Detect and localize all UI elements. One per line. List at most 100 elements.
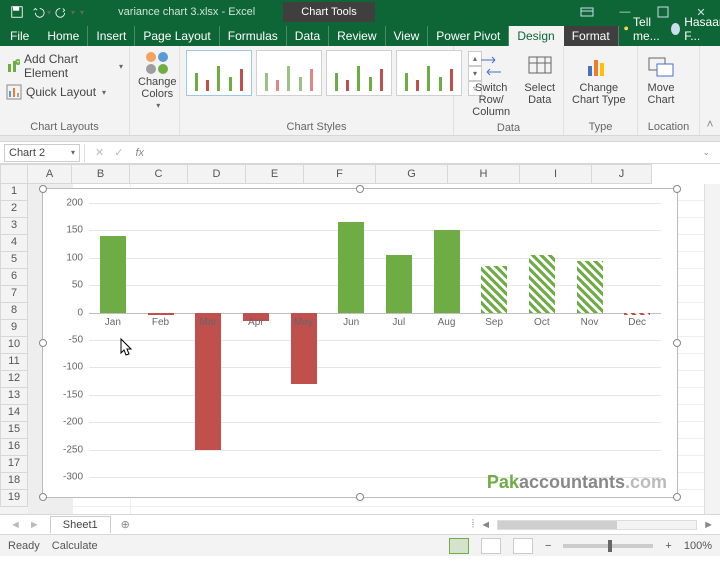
view-normal-icon[interactable]	[449, 538, 469, 554]
chart-bar[interactable]	[529, 255, 555, 313]
select-data-button[interactable]: Select Data	[522, 50, 557, 108]
chart-bar[interactable]	[577, 261, 603, 313]
row-header[interactable]: 9	[0, 320, 28, 337]
row-header[interactable]: 10	[0, 337, 28, 354]
chart-resize-handle[interactable]	[673, 339, 681, 347]
tab-power-pivot[interactable]: Power Pivot	[428, 26, 509, 46]
row-header[interactable]: 8	[0, 303, 28, 320]
chart-style-thumb[interactable]	[186, 50, 252, 96]
select-all-corner[interactable]	[0, 164, 28, 184]
tab-review[interactable]: Review	[329, 26, 385, 46]
tab-insert[interactable]: Insert	[88, 26, 135, 46]
chart-style-thumb[interactable]	[326, 50, 392, 96]
row-header[interactable]: 5	[0, 252, 28, 269]
column-header[interactable]: I	[520, 164, 592, 184]
chart-resize-handle[interactable]	[39, 185, 47, 193]
chart-bar[interactable]	[386, 255, 412, 313]
row-header[interactable]: 1	[0, 184, 28, 201]
change-chart-type-button[interactable]: Change Chart Type	[570, 50, 628, 108]
chart-resize-handle[interactable]	[673, 185, 681, 193]
account-user[interactable]: Hasaan F...	[667, 12, 720, 46]
chart-bar[interactable]	[195, 313, 221, 450]
zoom-slider[interactable]	[563, 544, 653, 548]
collapse-ribbon-icon[interactable]: ˄	[700, 46, 720, 135]
view-page-layout-icon[interactable]	[481, 538, 501, 554]
row-header[interactable]: 12	[0, 371, 28, 388]
change-colors-button[interactable]: Change Colors▾	[136, 50, 179, 113]
enter-formula-icon[interactable]: ✓	[114, 146, 123, 159]
chart-style-thumb[interactable]	[396, 50, 462, 96]
chart-bar[interactable]	[434, 230, 460, 312]
chart-bar[interactable]	[481, 266, 507, 313]
tell-me-search[interactable]: Tell me...	[619, 12, 668, 46]
row-header[interactable]: 2	[0, 201, 28, 218]
vertical-scrollbar[interactable]	[704, 184, 720, 514]
row-header[interactable]: 18	[0, 473, 28, 490]
tab-design[interactable]: Design	[509, 26, 563, 46]
row-header[interactable]: 19	[0, 490, 28, 507]
sheet-nav-prev-icon[interactable]: ◄	[10, 519, 21, 531]
chart-style-thumb[interactable]	[256, 50, 322, 96]
cancel-formula-icon[interactable]: ✕	[95, 146, 104, 159]
zoom-out-icon[interactable]: −	[545, 540, 551, 552]
chart-bar[interactable]	[624, 313, 650, 316]
add-chart-element-button[interactable]: + Add Chart Element▾	[6, 50, 123, 82]
tab-formulas[interactable]: Formulas	[220, 26, 287, 46]
tab-file[interactable]: File	[0, 26, 39, 46]
horizontal-scrollbar[interactable]: ⦙◄►	[140, 518, 720, 531]
chart-style-gallery[interactable]: ▴▾▿	[186, 50, 482, 96]
chart-resize-handle[interactable]	[39, 339, 47, 347]
sheet-tab-active[interactable]: Sheet1	[50, 516, 111, 533]
fx-icon[interactable]: fx	[129, 147, 150, 159]
embedded-chart[interactable]: 200150100500-50-100-150-200-250-300JanFe…	[42, 188, 678, 498]
row-header[interactable]: 6	[0, 269, 28, 286]
qat-customize-icon[interactable]: ▾	[78, 8, 84, 17]
column-header[interactable]: H	[448, 164, 520, 184]
row-header[interactable]: 14	[0, 405, 28, 422]
chart-resize-handle[interactable]	[673, 493, 681, 501]
expand-formula-bar-icon[interactable]: ⌄	[696, 147, 716, 158]
row-header[interactable]: 16	[0, 439, 28, 456]
zoom-level[interactable]: 100%	[684, 540, 712, 552]
chart-bar[interactable]	[148, 313, 174, 316]
ribbon-options-icon[interactable]	[568, 0, 606, 24]
quick-layout-button[interactable]: Quick Layout▾	[6, 82, 106, 102]
tab-page-layout[interactable]: Page Layout	[135, 26, 219, 46]
tab-view[interactable]: View	[386, 26, 429, 46]
sheet-nav-next-icon[interactable]: ►	[29, 519, 40, 531]
column-header[interactable]: F	[304, 164, 376, 184]
undo-icon[interactable]: ▾	[30, 2, 52, 22]
name-box-dropdown-icon[interactable]: ▾	[69, 148, 75, 157]
row-header[interactable]: 11	[0, 354, 28, 371]
row-header[interactable]: 15	[0, 422, 28, 439]
chart-bar[interactable]	[100, 236, 126, 313]
chart-plot-area[interactable]: 200150100500-50-100-150-200-250-300JanFe…	[89, 203, 661, 477]
tab-format[interactable]: Format	[564, 26, 619, 46]
redo-icon[interactable]: ▾	[54, 2, 76, 22]
row-header[interactable]: 13	[0, 388, 28, 405]
move-chart-button[interactable]: Move Chart	[644, 50, 678, 108]
row-header[interactable]: 4	[0, 235, 28, 252]
column-header[interactable]: C	[130, 164, 188, 184]
row-header[interactable]: 17	[0, 456, 28, 473]
column-header[interactable]: A	[28, 164, 72, 184]
column-header[interactable]: B	[72, 164, 130, 184]
column-header[interactable]: E	[246, 164, 304, 184]
row-header[interactable]: 3	[0, 218, 28, 235]
tab-data[interactable]: Data	[287, 26, 329, 46]
chart-resize-handle[interactable]	[356, 185, 364, 193]
name-box[interactable]: Chart 2 ▾	[4, 144, 80, 162]
chart-resize-handle[interactable]	[356, 493, 364, 501]
view-page-break-icon[interactable]	[513, 538, 533, 554]
column-header[interactable]: J	[592, 164, 652, 184]
tab-home[interactable]: Home	[39, 26, 88, 46]
worksheet-grid[interactable]: A B C D E F G H I J 12345678910111213141…	[0, 164, 720, 514]
row-header[interactable]: 7	[0, 286, 28, 303]
switch-row-column-button[interactable]: Switch Row/ Column	[460, 50, 522, 120]
new-sheet-button[interactable]: ⊕	[111, 518, 140, 531]
save-icon[interactable]	[6, 2, 28, 22]
chart-bar[interactable]	[338, 222, 364, 312]
zoom-in-icon[interactable]: +	[665, 540, 671, 552]
column-header[interactable]: D	[188, 164, 246, 184]
formula-input[interactable]	[150, 144, 696, 162]
